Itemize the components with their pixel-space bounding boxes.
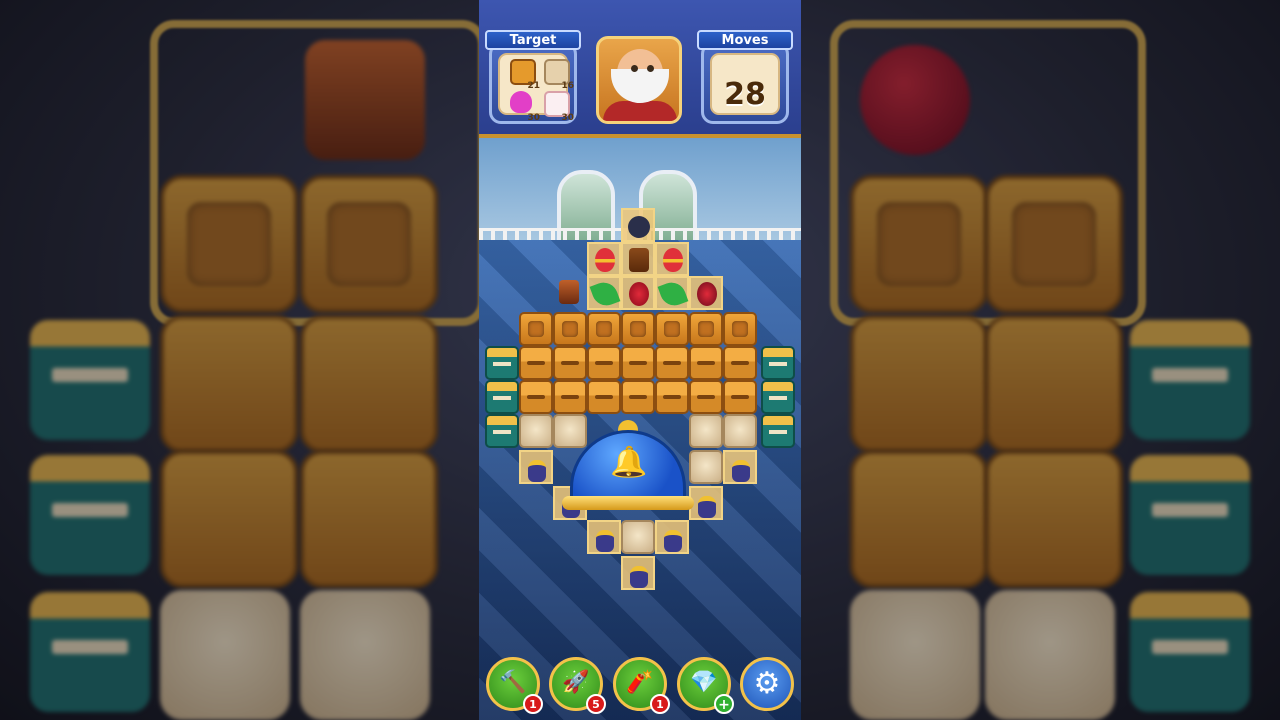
crate-tile[interactable] [723,312,757,346]
teal-box-tile[interactable] [485,380,519,414]
bag-tile[interactable] [519,450,553,484]
barrel-icon [559,280,579,304]
chest-tile[interactable] [553,380,587,414]
target-dice: 30 [542,91,574,123]
target-crate: 21 [508,59,540,91]
duck-statue-tile[interactable] [621,520,655,554]
chest-tile[interactable] [519,346,553,380]
bag-tile[interactable] [621,556,655,590]
green-leaf-icon [589,278,621,310]
hammer-icon: 🔨 [499,670,527,695]
portrait-beard [611,69,669,103]
board-cell[interactable] [587,276,621,310]
board-cell[interactable] [655,242,689,276]
portrait-eye [631,65,638,72]
red-egg-icon [595,248,615,272]
rocket-booster-button[interactable]: 🚀 5 [549,657,606,714]
target-count: 21 [527,81,540,91]
board-cell[interactable] [689,276,723,310]
board-cell[interactable] [655,276,689,310]
teal-box-tile[interactable] [761,380,795,414]
gem-booster-button[interactable]: 💎 + [677,657,734,714]
teal-box-tile[interactable] [485,346,519,380]
chest-tile[interactable] [587,346,621,380]
chest-tile[interactable] [621,346,655,380]
bell-booster-animation: 🔔 [562,420,694,512]
target-count: 30 [527,113,540,123]
duck-statue-tile[interactable] [519,414,553,448]
green-leaf-icon [657,278,689,310]
board-cell[interactable] [587,242,621,276]
portrait-coat [603,101,677,121]
target-label: Target [485,30,581,50]
red-ornament-icon [629,282,649,306]
moves-card: 28 [710,53,780,115]
teal-box-tile[interactable] [761,346,795,380]
gem-icon: 💎 [690,670,718,695]
butler-portrait [596,36,682,124]
booster-add-badge: + [714,694,734,714]
teal-box-tile[interactable] [485,414,519,448]
booster-count-badge: 1 [650,694,670,714]
teal-box-tile[interactable] [761,414,795,448]
chest-tile[interactable] [723,380,757,414]
bomb-icon [628,216,650,238]
chest-tile[interactable] [587,380,621,414]
board-cell[interactable] [621,242,655,276]
target-count: 30 [561,113,574,123]
chest-tile[interactable] [689,380,723,414]
bag-tile[interactable] [655,520,689,554]
hammer-booster-button[interactable]: 🔨 1 [486,657,543,714]
chest-tile[interactable] [519,380,553,414]
target-count: 16 [561,81,574,91]
chest-tile[interactable] [621,380,655,414]
bag-tile[interactable] [723,450,757,484]
chest-tile[interactable] [689,346,723,380]
bag-tile[interactable] [689,486,723,520]
game-screen: 21 16 30 30 Target 28 Moves 🔔 🔨 1 🚀 5 🧨 … [479,0,801,720]
duck-statue-tile[interactable] [723,414,757,448]
firework-icon: 🧨 [626,670,654,695]
moves-label: Moves [697,30,793,50]
crate-tile[interactable] [587,312,621,346]
tnt-barrel-icon [629,248,649,272]
crate-tile[interactable] [553,312,587,346]
target-duck: 16 [542,59,574,91]
chest-tile[interactable] [655,346,689,380]
bell-icon: 🔔 [610,445,648,480]
crate-tile[interactable] [689,312,723,346]
crate-tile[interactable] [519,312,553,346]
bag-tile[interactable] [587,520,621,554]
board-cell[interactable] [621,208,655,242]
board-cell[interactable] [553,276,587,310]
duck-statue-tile[interactable] [689,450,723,484]
red-egg-icon [663,248,683,272]
chest-tile[interactable] [655,380,689,414]
booster-count-badge: 5 [586,694,606,714]
hud-bar: 21 16 30 30 Target 28 Moves [479,0,801,138]
target-gem: 30 [508,91,540,123]
target-card: 21 16 30 30 [498,53,574,123]
target-panel: 21 16 30 30 [489,42,577,124]
firework-booster-button[interactable]: 🧨 1 [613,657,670,714]
pink-gem-icon [510,91,532,113]
rocket-icon: 🚀 [562,670,590,695]
crate-tile[interactable] [621,312,655,346]
portrait-eye [647,65,654,72]
booster-count-badge: 1 [523,694,543,714]
gear-icon: ⚙ [753,666,781,701]
crate-tile[interactable] [655,312,689,346]
board-cell[interactable] [621,276,655,310]
red-ornament-icon [697,282,717,306]
moves-panel: 28 [701,42,789,124]
moves-count: 28 [724,77,766,112]
settings-button[interactable]: ⚙ [740,657,794,711]
bell-rim [562,496,694,510]
duck-statue-tile[interactable] [689,414,723,448]
chest-tile[interactable] [723,346,757,380]
chest-tile[interactable] [553,346,587,380]
